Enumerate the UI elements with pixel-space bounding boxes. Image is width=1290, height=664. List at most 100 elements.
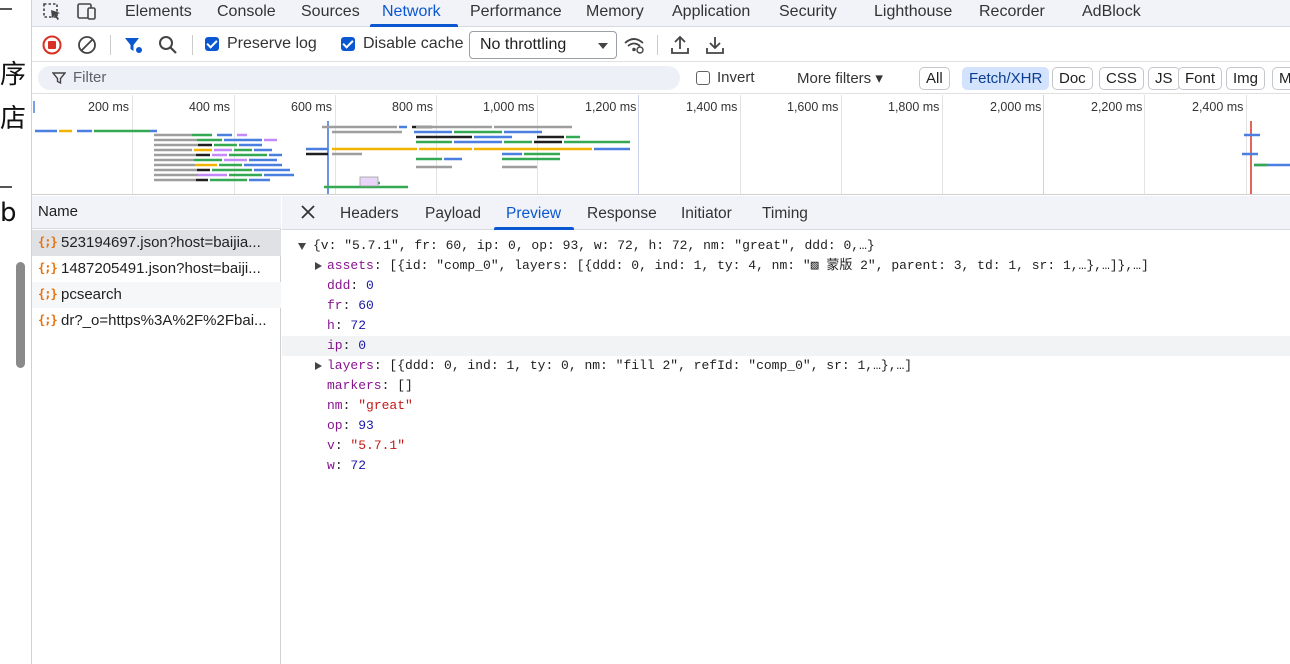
json-value: "great" [358,398,413,413]
tab-memory[interactable]: Memory [586,3,644,21]
devtools-tab-bar: Elements Console Sources Network Perform… [32,0,1290,27]
preserve-log-label: Preserve log [227,35,317,52]
json-key: h [327,318,335,333]
tab-console[interactable]: Console [217,3,276,21]
filter-input[interactable] [38,66,680,90]
json-property-row[interactable]: fr: 60 [282,296,1290,316]
request-row[interactable]: {;} 1487205491.json?host=baiji... [32,256,281,282]
json-value: [] [397,378,413,393]
json-value: [{id: "comp_0", layers: [{ddd: 0, ind: 1… [389,258,1149,273]
json-property-row[interactable]: v: "5.7.1" [282,436,1290,456]
tab-payload[interactable]: Payload [425,205,481,223]
json-property-row[interactable]: ddd: 0 [282,276,1290,296]
json-property: ddd: 0 [327,276,374,296]
throttling-value: No throttling [480,36,567,53]
request-name: pcsearch [61,286,122,303]
disable-cache-checkbox[interactable] [341,37,355,51]
tab-network[interactable]: Network [382,3,441,21]
tab-sources[interactable]: Sources [301,3,360,21]
json-root-row[interactable]: {v: "5.7.1", fr: 60, ip: 0, op: 93, w: 7… [282,236,1290,256]
tab-security[interactable]: Security [779,3,837,21]
type-filter-img[interactable]: Img [1226,67,1266,90]
import-har-icon[interactable] [669,34,691,56]
tab-adblock[interactable]: AdBlock [1082,3,1141,21]
tab-initiator[interactable]: Initiator [681,205,732,223]
type-filter-js[interactable]: JS [1148,67,1180,90]
type-filter-font[interactable]: Font [1178,67,1223,90]
more-filters-dropdown[interactable]: More filters ▾ [797,69,883,87]
type-filter-media[interactable]: M [1272,67,1290,90]
tab-application[interactable]: Application [672,3,750,21]
active-tab-indicator [370,24,458,27]
tab-performance[interactable]: Performance [470,3,562,21]
search-icon[interactable] [157,34,179,56]
json-property-row[interactable]: assets: [{id: "comp_0", layers: [{ddd: 0… [282,256,1290,276]
network-overview-timeline[interactable]: 200 ms 400 ms 600 ms 800 ms 1,000 ms 1,2… [32,95,1290,195]
request-list: Name {;} 523194697.json?host=baijia... {… [32,196,281,664]
expand-triangle-icon[interactable] [298,243,306,250]
request-name: 523194697.json?host=baijia... [61,234,261,251]
type-filter-css[interactable]: CSS [1099,67,1144,90]
filter-funnel-icon[interactable] [122,34,144,56]
json-value: 60 [358,298,374,313]
request-row[interactable]: {;} 523194697.json?host=baijia... [32,230,281,256]
name-column-header: Name [38,203,79,220]
close-icon[interactable] [298,202,318,222]
json-property-row[interactable]: layers: [{ddd: 0, ind: 1, ty: 0, nm: "fi… [282,356,1290,376]
json-key: assets [327,258,374,273]
toolbar-separator [192,35,193,55]
tab-timing[interactable]: Timing [762,205,808,223]
filter-bar: Filter Invert More filters ▾ All Fetch/X… [32,63,1290,94]
network-conditions-icon[interactable] [623,34,645,56]
request-list-header[interactable]: Name [32,196,281,229]
disable-cache-label: Disable cache [363,35,464,52]
type-filter-fetch-xhr[interactable]: Fetch/XHR [962,67,1050,90]
stop-recording-icon[interactable] [41,34,63,56]
type-filter-doc[interactable]: Doc [1052,67,1093,90]
json-request-icon: {;} [38,261,58,275]
tab-elements[interactable]: Elements [125,3,192,21]
json-property-row[interactable]: op: 93 [282,416,1290,436]
tab-preview[interactable]: Preview [506,205,561,223]
json-value: 93 [358,418,374,433]
tab-response[interactable]: Response [587,205,657,223]
json-property-row[interactable]: ip: 0 [282,336,1290,356]
request-row[interactable]: {;} dr?_o=https%3A%2F%2Fbai... [32,308,281,334]
inspect-element-icon[interactable] [42,2,64,22]
export-har-icon[interactable] [704,34,726,56]
json-value: [{ddd: 0, ind: 1, ty: 0, nm: "fill 2", r… [389,358,913,373]
detail-tab-bar: Headers Payload Preview Response Initiat… [282,196,1290,230]
expand-triangle-icon[interactable] [315,262,322,270]
json-property-row[interactable]: h: 72 [282,316,1290,336]
tab-headers[interactable]: Headers [340,205,399,223]
tab-lighthouse[interactable]: Lighthouse [874,3,952,21]
json-property-row[interactable]: nm: "great" [282,396,1290,416]
device-toolbar-icon[interactable] [76,2,98,22]
json-value: 72 [350,458,367,473]
throttling-select[interactable]: No throttling [469,31,617,59]
json-request-icon: {;} [38,235,58,249]
type-filter-all[interactable]: All [919,67,950,90]
json-colon: : [342,418,359,433]
json-key: fr [327,298,343,313]
preserve-log-checkbox[interactable] [205,37,219,51]
json-property-row[interactable]: markers: [] [282,376,1290,396]
json-key: ddd [327,278,351,293]
tab-recorder[interactable]: Recorder [979,3,1045,21]
network-toolbar: Preserve log Disable cache No throttling [32,28,1290,62]
expand-triangle-icon[interactable] [315,362,322,370]
json-value: "5.7.1" [350,438,406,453]
page-scrollbar[interactable] [16,262,25,368]
json-property: op: 93 [327,416,374,436]
json-property: fr: 60 [327,296,374,316]
json-property: markers: [] [327,376,413,396]
json-key: markers [327,378,382,393]
invert-checkbox[interactable] [696,71,710,85]
invert-label: Invert [717,69,755,86]
toolbar-separator [657,35,658,55]
clear-icon[interactable] [76,34,98,56]
active-tab-indicator [494,227,574,230]
json-colon: : [334,318,351,333]
json-property-row[interactable]: w: 72 [282,456,1290,476]
request-row[interactable]: {;} pcsearch [32,282,281,308]
